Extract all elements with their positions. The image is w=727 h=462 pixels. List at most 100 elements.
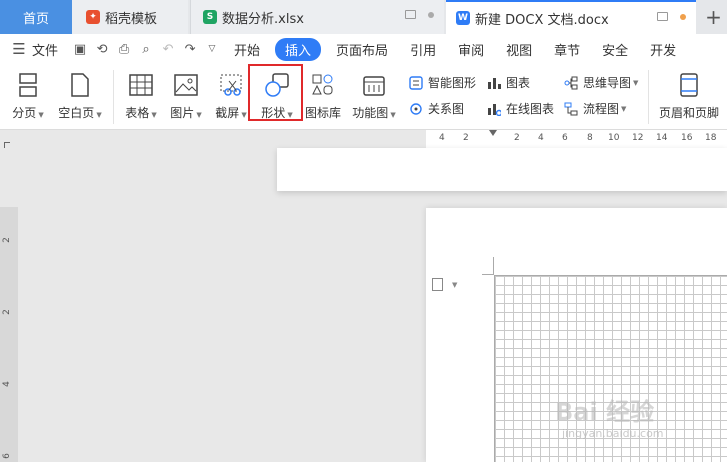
divider [648,70,649,124]
document-page-previous[interactable] [277,148,727,191]
vertical-ruler[interactable]: 2 2 4 6 [0,207,18,462]
ruler-tick: 4 [538,133,544,143]
customize-dropdown-icon[interactable]: ▽ [201,38,223,60]
menu-bar: ☰ 文件 ▣ ⟲ ⎙ ⌕ ↶ ↷ ▽ 开始 插入 页面布局 引用 审阅 视图 章… [0,34,727,64]
watermark-url: jingyan.baidu.com [562,427,664,440]
screenshot-button[interactable]: 截屏 ▼ [211,64,251,121]
menu-file[interactable]: 文件 [30,40,69,59]
print-icon[interactable]: ⎙ [113,38,135,60]
chart-label: 图表 [506,76,531,90]
add-tab-button[interactable]: + [700,0,727,34]
tab-xlsx-label: 数据分析.xlsx [222,11,304,27]
function-chart-button[interactable]: 功能图 ▼ [350,64,398,121]
menu-security[interactable]: 安全 [591,40,639,59]
picture-button[interactable]: 图片 ▼ [166,64,206,121]
blank-page-label: 空白页 [58,106,95,120]
tab-docx[interactable]: W 新建 DOCX 文档.docx [446,0,696,34]
mind-map-button[interactable]: 思维导图 ▼ [563,74,638,91]
blank-page-icon [67,72,93,98]
ruler-tick: 12 [632,133,644,143]
window-icon[interactable] [405,10,416,19]
table-label: 表格 [125,106,150,120]
ruler-tick: 6 [1,453,12,459]
save-icon[interactable]: ▣ [69,38,91,60]
function-chart-label: 功能图 [352,106,389,120]
ruler-tick: 8 [587,133,593,143]
hamburger-icon[interactable]: ☰ [8,38,30,60]
format-painter-icon[interactable]: ⟲ [91,38,113,60]
tab-stop-marker[interactable] [4,142,10,148]
bar-chart-icon [486,75,502,91]
menu-view[interactable]: 视图 [495,40,543,59]
horizontal-ruler[interactable]: 4 2 2 4 6 8 10 12 14 16 18 [426,130,727,148]
online-chart-button[interactable]: 在线图表 [486,100,554,117]
paragraph-layout-dropdown-icon[interactable]: ▼ [452,281,457,289]
margin-corner-mark [482,257,494,275]
relation-chart-icon [408,101,424,117]
smart-shape-label: 智能图形 [428,76,477,90]
menu-section[interactable]: 章节 [543,40,591,59]
window-icon[interactable] [657,12,668,21]
page-break-label: 分页 [12,106,37,120]
header-footer-icon [676,72,702,98]
function-chart-icon [361,72,387,98]
plus-icon: + [705,5,722,29]
tab-home[interactable]: 首页 [0,0,72,34]
menu-review[interactable]: 审阅 [447,40,495,59]
scissors-icon [218,72,244,98]
icon-library-label: 图标库 [304,106,341,120]
unsaved-dot-icon[interactable] [680,13,686,20]
close-dot-icon[interactable] [428,11,434,18]
ruler-tick: 14 [656,133,668,143]
tab-home-label: 首页 [22,11,49,27]
mind-map-label: 思维导图 [583,76,632,90]
flow-chart-label: 流程图 [583,102,620,116]
divider [113,70,114,124]
online-chart-icon [486,101,502,117]
table-icon [128,72,154,98]
menu-insert[interactable]: 插入 [275,37,322,61]
menu-references[interactable]: 引用 [399,40,447,59]
ruler-tick: 6 [562,133,568,143]
ruler-tick: 4 [1,381,12,387]
table-button[interactable]: 表格 ▼ [121,64,161,121]
online-chart-label: 在线图表 [506,102,555,116]
redo-icon[interactable]: ↷ [179,38,201,60]
screenshot-label: 截屏 [215,106,240,120]
smart-shape-icon [408,75,424,91]
picture-label: 图片 [170,106,195,120]
menu-developer[interactable]: 开发 [639,40,687,59]
header-footer-label: 页眉和页脚 [658,106,719,120]
ruler-tick: 2 [1,237,12,243]
relation-chart-label: 关系图 [428,102,465,116]
chart-button[interactable]: 图表 [486,74,530,91]
icon-library-icon [310,72,336,98]
paragraph-layout-icon[interactable] [432,278,443,291]
ruler-tick: 4 [439,133,445,143]
print-preview-icon[interactable]: ⌕ [135,38,157,60]
flow-chart-button[interactable]: 流程图 ▼ [563,100,626,117]
relation-chart-button[interactable]: 关系图 [408,100,464,117]
spreadsheet-icon: S [203,10,217,24]
smart-shape-button[interactable]: 智能图形 [408,74,476,91]
mind-map-icon [563,75,579,91]
menu-page-layout[interactable]: 页面布局 [325,40,399,59]
docer-icon: ✦ [86,10,100,24]
page-break-button[interactable]: 分页 ▼ [8,64,48,121]
ruler-tick: 10 [608,133,620,143]
tab-bar: 首页 ✦ 稻壳模板 S 数据分析.xlsx W 新建 DOCX 文档.docx … [0,0,727,34]
watermark-logo: Bai 经验 [555,398,655,426]
indent-marker-icon[interactable] [489,130,497,148]
tab-template[interactable]: ✦ 稻壳模板 [72,0,188,34]
icon-library-button[interactable]: 图标库 [303,64,343,121]
tab-template-label: 稻壳模板 [105,11,158,27]
tab-xlsx[interactable]: S 数据分析.xlsx [190,0,444,34]
blank-page-button[interactable]: 空白页 ▼ [56,64,104,121]
page-break-icon [15,72,41,98]
undo-icon[interactable]: ↶ [157,38,179,60]
tab-docx-label: 新建 DOCX 文档.docx [475,12,609,28]
header-footer-button[interactable]: 页眉和页脚 [656,64,722,121]
ruler-tick: 18 [705,133,717,143]
insert-ribbon: 分页 ▼ 空白页 ▼ 表格 ▼ 图片 ▼ 截屏 ▼ 形状 ▼ 图标库 功能图 ▼… [0,64,727,130]
menu-home[interactable]: 开始 [223,40,271,59]
